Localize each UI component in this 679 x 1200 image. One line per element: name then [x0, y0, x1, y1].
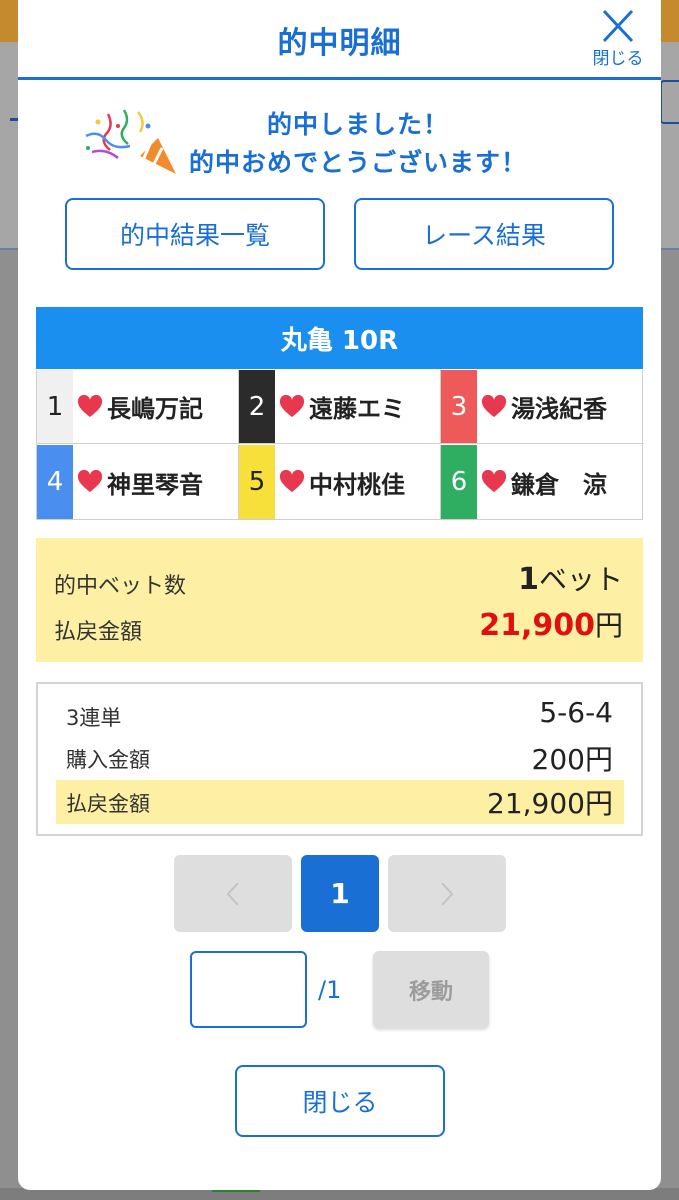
racer-name: 湯浅紀香 — [511, 395, 607, 423]
bet-count-unit: ベット — [538, 563, 623, 596]
racer-number: 4 — [37, 445, 73, 519]
racer-number: 2 — [239, 370, 275, 443]
congrats-line2: 的中おめでとうございます！ — [188, 148, 527, 177]
next-page-button[interactable] — [388, 855, 506, 932]
heart-icon[interactable] — [77, 394, 103, 419]
page-number-input[interactable] — [190, 951, 307, 1028]
close-button[interactable]: 閉じる — [235, 1065, 445, 1137]
chevron-right-icon — [441, 881, 454, 906]
hit-detail-modal: 的中明細 閉じる 的中しました！ 的中おめでとうございます！ 的中結果一覧 レー… — [18, 0, 661, 1190]
detail-payout-value: 21,900円 — [487, 787, 613, 820]
racer-name: 神里琴音 — [107, 470, 203, 499]
modal-title: 的中明細 — [277, 26, 402, 61]
racer-2: 2 遠藤エミ — [239, 370, 441, 444]
congrats-line1: 的中しました！ — [266, 110, 449, 139]
payout-total: 21,900円 — [479, 604, 623, 644]
move-button[interactable]: 移動 — [373, 951, 489, 1028]
heart-icon[interactable] — [481, 470, 507, 494]
chevron-left-icon — [226, 881, 239, 906]
bet-combination: 5-6-4 — [539, 696, 613, 729]
racer-name: 鎌倉 涼 — [511, 470, 607, 499]
racer-grid: 1 長嶋万記 2 遠藤エミ 3 湯浅紀香 4 神里琴音 5 中村桃佳 6 鎌倉 … — [36, 370, 644, 520]
bet-count-label: 的中ベット数 — [54, 574, 187, 599]
racer-4: 4 神里琴音 — [37, 445, 239, 519]
racer-name: 長嶋万記 — [107, 395, 203, 423]
bet-count-value: 1ベット — [518, 558, 623, 598]
prev-page-button[interactable] — [174, 855, 292, 932]
bet-detail: 3連単 5-6-4 購入金額 200円 払戻金額 21,900円 — [36, 682, 643, 836]
purchase-label: 購入金額 — [66, 748, 150, 772]
racer-number: 3 — [441, 370, 477, 443]
race-result-button[interactable]: レース結果 — [354, 198, 614, 270]
racer-number: 6 — [441, 445, 477, 519]
payout-total-amount: 21,900 — [479, 608, 595, 643]
purchase-value: 200円 — [531, 743, 613, 776]
backdrop-button — [660, 80, 679, 124]
bet-type: 3連単 — [66, 706, 122, 730]
hit-summary: 的中ベット数 1ベット 払戻金額 21,900円 — [36, 538, 643, 662]
page-total: /1 — [318, 976, 342, 1004]
bet-count-number: 1 — [518, 562, 539, 597]
racer-5: 5 中村桃佳 — [239, 445, 441, 519]
racer-number: 1 — [37, 370, 73, 443]
racer-1: 1 長嶋万記 — [37, 370, 239, 444]
heart-icon[interactable] — [77, 470, 103, 494]
payout-label: 払戻金額 — [54, 620, 143, 645]
payout-total-unit: 円 — [594, 609, 623, 642]
heart-icon[interactable] — [481, 394, 507, 419]
party-popper-icon — [85, 109, 176, 174]
close-icon[interactable] — [596, 8, 640, 44]
heart-icon[interactable] — [279, 470, 305, 494]
heart-icon[interactable] — [279, 394, 305, 419]
racer-number: 5 — [239, 445, 275, 519]
race-title: 丸亀 10R — [36, 307, 643, 369]
hit-list-button[interactable]: 的中結果一覧 — [65, 198, 325, 270]
racer-name: 遠藤エミ — [309, 395, 405, 423]
congrats-message: 的中しました！ 的中おめでとうございます！ — [168, 106, 548, 182]
racer-3: 3 湯浅紀香 — [441, 370, 644, 444]
racer-6: 6 鎌倉 涼 — [441, 445, 644, 519]
detail-payout-label: 払戻金額 — [66, 792, 150, 816]
close-label[interactable]: 閉じる — [583, 44, 653, 69]
current-page-button[interactable]: 1 — [301, 855, 379, 932]
racer-name: 中村桃佳 — [309, 470, 405, 499]
modal-header: 的中明細 閉じる — [18, 0, 661, 80]
